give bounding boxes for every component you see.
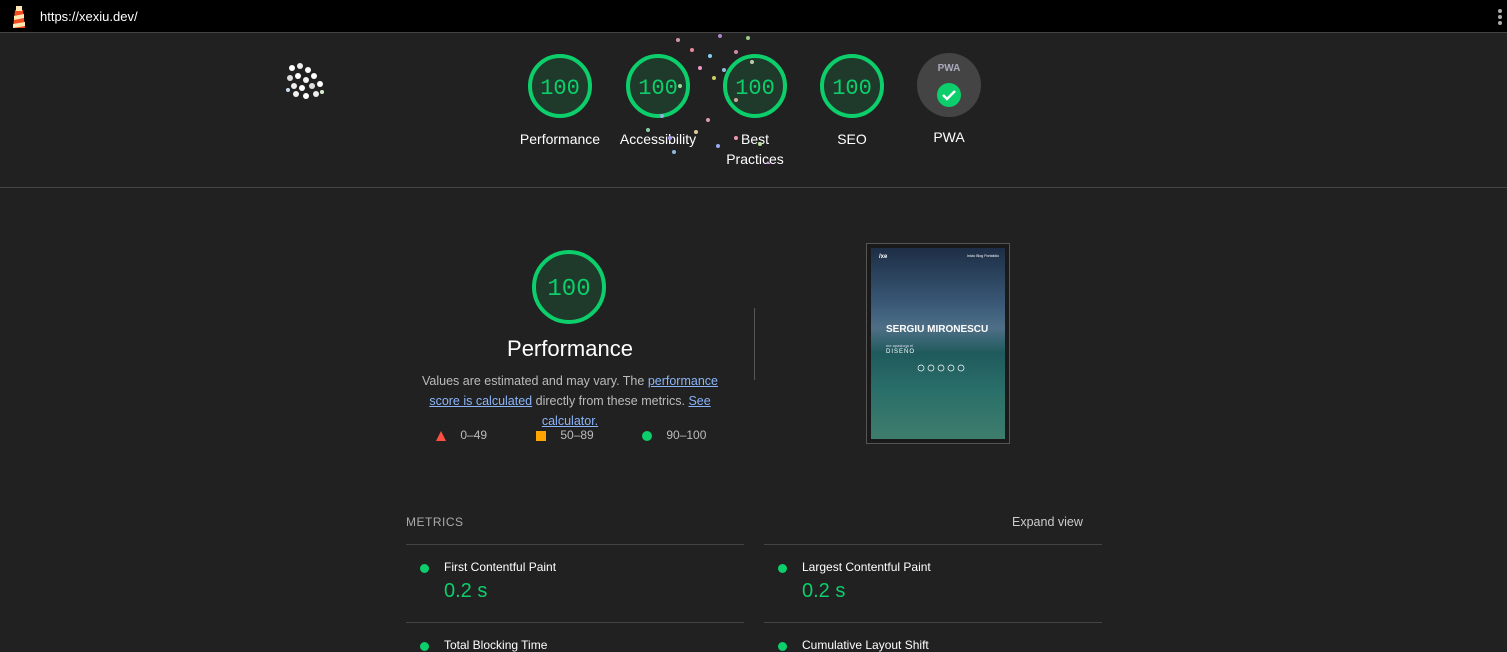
vertical-separator xyxy=(754,308,755,380)
legend-range: 90–100 xyxy=(666,428,707,442)
confetti-icon xyxy=(286,63,324,99)
screenshot-heading: SERGIU MIRONESCU xyxy=(886,324,989,335)
metric-value: 0.2 s xyxy=(444,580,488,602)
gauge-pwa[interactable]: PWA PWA xyxy=(894,53,1004,147)
legend-fail: 0–49 xyxy=(435,428,487,442)
metric-divider xyxy=(764,622,1102,623)
metric-name: Total Blocking Time xyxy=(444,638,548,652)
header-divider xyxy=(0,187,1507,188)
legend-pass: 90–100 xyxy=(641,428,706,442)
pass-circle-icon xyxy=(778,564,787,573)
legend-average: 50–89 xyxy=(535,428,594,442)
final-screenshot[interactable]: /xe Inicio Blog Portafolio SERGIU MIRONE… xyxy=(866,243,1010,444)
metric-name: Cumulative Layout Shift xyxy=(802,638,929,652)
svg-text:100: 100 xyxy=(547,276,590,303)
metrics-header: METRICS xyxy=(406,515,464,529)
pass-circle-icon xyxy=(778,642,787,651)
triangle-icon xyxy=(436,430,446,441)
screenshot-subtitle: me apasiona el xyxy=(886,343,914,348)
performance-description: Values are estimated and may vary. The p… xyxy=(405,371,735,431)
screenshot-word: DISEÑO xyxy=(886,349,916,355)
top-bar: https://xexiu.dev/ xyxy=(0,0,1507,33)
gauge-label: PWA xyxy=(933,129,965,145)
gauge-label: Performance xyxy=(519,131,601,147)
page-url[interactable]: https://xexiu.dev/ xyxy=(40,9,138,24)
svg-text:100: 100 xyxy=(832,76,872,101)
pwa-badge: PWA xyxy=(917,53,981,117)
metric-divider xyxy=(406,622,744,623)
screenshot-image: /xe Inicio Blog Portafolio SERGIU MIRONE… xyxy=(871,248,1005,439)
confetti-icon xyxy=(646,34,770,164)
score-ring: 100 xyxy=(528,54,592,118)
metric-value: 0.2 s xyxy=(802,580,846,602)
check-icon xyxy=(937,83,961,107)
metric-divider xyxy=(406,544,744,545)
square-icon xyxy=(536,430,546,441)
legend-range: 0–49 xyxy=(460,428,488,442)
score-ring: 100 xyxy=(820,54,884,118)
expand-view-button[interactable]: Expand view xyxy=(1012,515,1083,529)
legend-range: 50–89 xyxy=(560,428,594,442)
more-options-icon[interactable] xyxy=(1497,9,1503,25)
metric-name: First Contentful Paint xyxy=(444,560,557,574)
screenshot-nav: Inicio Blog Portafolio xyxy=(967,254,999,258)
desc-text: directly from these metrics. xyxy=(532,394,689,408)
performance-title: Performance xyxy=(507,336,633,361)
metric-name: Largest Contentful Paint xyxy=(802,560,931,574)
svg-text:100: 100 xyxy=(540,76,580,101)
circle-icon xyxy=(642,430,652,441)
pwa-text: PWA xyxy=(937,63,961,74)
pass-circle-icon xyxy=(420,642,429,651)
lighthouse-logo-icon xyxy=(13,6,25,28)
gauge-label: SEO xyxy=(837,131,867,147)
gauge-seo[interactable]: 100 SEO xyxy=(797,53,907,149)
desc-text: Values are estimated and may vary. The xyxy=(422,374,648,388)
pass-circle-icon xyxy=(420,564,429,573)
metric-divider xyxy=(764,544,1102,545)
gauge-performance[interactable]: 100 Performance xyxy=(505,53,615,149)
performance-score-gauge: 100 xyxy=(532,250,606,324)
social-icons xyxy=(917,364,965,372)
score-legend: 0–49 50–89 90–100 xyxy=(430,428,750,444)
screenshot-logo: /xe xyxy=(879,254,888,260)
